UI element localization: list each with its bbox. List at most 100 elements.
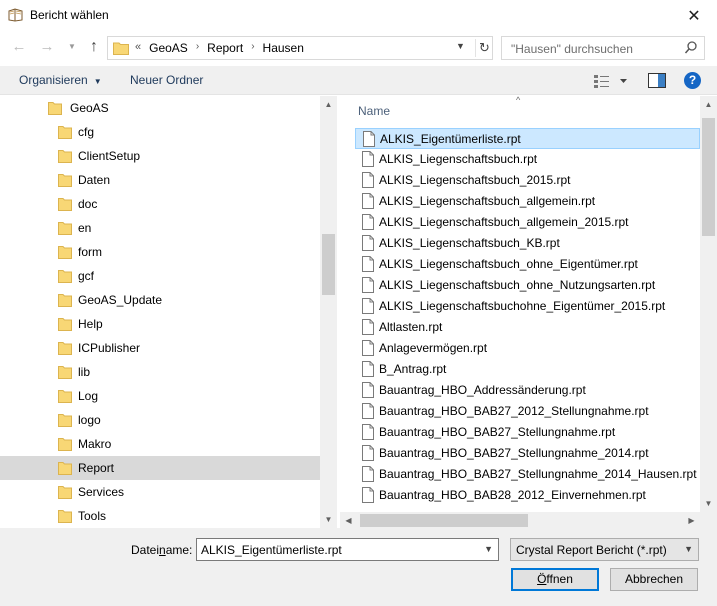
tree-item-root[interactable]: GeoAS	[0, 96, 320, 120]
folder-icon	[58, 125, 72, 142]
scroll-up-chevron-icon[interactable]: ▲	[320, 96, 337, 113]
file-row[interactable]: B_Antrag.rpt	[355, 359, 700, 380]
file-row[interactable]: Bauantrag_HBO_BAB27_Stellungnahme_2014.r…	[355, 443, 700, 464]
tree-item-label: lib	[78, 365, 91, 379]
nav-pane-scrollbar[interactable]: ▲ ▼	[320, 96, 337, 528]
file-row[interactable]: Bauantrag_HBO_BAB27_2012_Stellungnahme.r…	[355, 401, 700, 422]
help-icon[interactable]: ?	[684, 72, 701, 89]
file-name: ALKIS_Liegenschaftsbuch_KB.rpt	[379, 236, 560, 250]
file-row[interactable]: ALKIS_Liegenschaftsbuchohne_Eigentümer_2…	[355, 296, 700, 317]
breadcrumb-geoas[interactable]: GeoAS	[149, 41, 188, 55]
tree-item[interactable]: logo	[0, 408, 320, 432]
up-arrow-icon[interactable]: ↑	[85, 38, 103, 56]
folder-icon	[58, 461, 72, 478]
scroll-thumb[interactable]	[360, 514, 528, 527]
new-folder-button[interactable]: Neuer Ordner	[130, 73, 203, 87]
tree-item[interactable]: Log	[0, 384, 320, 408]
filetype-select[interactable]: Crystal Report Bericht (*.rpt) ▼	[510, 538, 699, 561]
tree-item[interactable]: form	[0, 240, 320, 264]
filename-dropdown-chevron-icon[interactable]: ▼	[484, 544, 493, 554]
folder-icon	[58, 221, 72, 238]
tree-item[interactable]: ClientSetup	[0, 144, 320, 168]
document-icon	[362, 256, 374, 275]
file-row[interactable]: ALKIS_Liegenschaftsbuch_2015.rpt	[355, 170, 700, 191]
scroll-up-chevron-icon[interactable]: ▲	[700, 96, 717, 113]
document-icon	[362, 382, 374, 401]
tree-item-label: form	[78, 245, 102, 259]
file-row[interactable]: ALKIS_Liegenschaftsbuch_ohne_Eigentümer.…	[355, 254, 700, 275]
folder-icon	[58, 149, 72, 166]
tree-item[interactable]: en	[0, 216, 320, 240]
file-row[interactable]: Bauantrag_HBO_BAB28_2012_Einvernehmen.rp…	[355, 485, 700, 506]
search-icon[interactable]	[684, 40, 698, 56]
scroll-down-chevron-icon[interactable]: ▼	[700, 495, 717, 512]
tree-item-label: ICPublisher	[78, 341, 141, 355]
command-bar: Organisieren ▼ Neuer Ordner ?	[0, 66, 717, 95]
file-row[interactable]: ALKIS_Liegenschaftsbuch_ohne_Nutzungsart…	[355, 275, 700, 296]
file-list-horizontal-scrollbar[interactable]: ◀ ▶	[340, 512, 700, 528]
file-row[interactable]: ALKIS_Eigentümerliste.rpt	[355, 128, 700, 149]
file-row[interactable]: Bauantrag_HBO_BAB27_Stellungnahme.rpt	[355, 422, 700, 443]
file-name: Bauantrag_HBO_BAB27_2012_Stellungnahme.r…	[379, 404, 649, 418]
tree-item[interactable]: Report	[0, 456, 320, 480]
scroll-thumb[interactable]	[322, 234, 335, 295]
address-dropdown-chevron-icon[interactable]: ▼	[456, 41, 465, 51]
breadcrumb-separator[interactable]: ›	[251, 41, 254, 55]
file-row[interactable]: ALKIS_Liegenschaftsbuch_allgemein_2015.r…	[355, 212, 700, 233]
file-row[interactable]: ALKIS_Liegenschaftsbuch_KB.rpt	[355, 233, 700, 254]
file-row[interactable]: ALKIS_Liegenschaftsbuch.rpt	[355, 149, 700, 170]
scroll-right-chevron-icon[interactable]: ▶	[683, 512, 700, 528]
document-icon	[362, 487, 374, 506]
scroll-left-chevron-icon[interactable]: ◀	[340, 512, 357, 528]
breadcrumb-report[interactable]: Report	[207, 41, 243, 55]
file-name: ALKIS_Liegenschaftsbuch_ohne_Eigentümer.…	[379, 257, 638, 271]
refresh-icon[interactable]: ↻	[475, 39, 493, 57]
file-row[interactable]: Bauantrag_HBO_BAB27_Stellungnahme_2014_H…	[355, 464, 700, 485]
tree-item-label: Tools	[78, 509, 107, 523]
file-row[interactable]: Anlagevermögen.rpt	[355, 338, 700, 359]
filename-field[interactable]: ALKIS_Eigentümerliste.rpt ▼	[196, 538, 499, 561]
scroll-down-chevron-icon[interactable]: ▼	[320, 511, 337, 528]
tree-item[interactable]: gcf	[0, 264, 320, 288]
file-row[interactable]: ALKIS_Liegenschaftsbuch_allgemein.rpt	[355, 191, 700, 212]
document-icon	[362, 361, 374, 380]
tree-item-label: GeoAS	[70, 101, 109, 115]
tree-item[interactable]: doc	[0, 192, 320, 216]
file-list-vertical-scrollbar[interactable]: ▲ ▼	[700, 96, 717, 512]
forward-arrow-icon[interactable]: →	[38, 38, 56, 56]
tree-item-label: Help	[78, 317, 103, 331]
column-header-name[interactable]: Name ^	[340, 96, 700, 126]
breadcrumb-separator[interactable]: ›	[196, 41, 199, 55]
file-row[interactable]: Altlasten.rpt	[355, 317, 700, 338]
scroll-thumb[interactable]	[702, 118, 715, 236]
cancel-button[interactable]: Abbrechen	[610, 568, 698, 591]
tree-item[interactable]: Help	[0, 312, 320, 336]
close-button[interactable]: ✕	[671, 0, 717, 31]
file-name: Anlagevermögen.rpt	[379, 341, 488, 355]
tree-item[interactable]: Tools	[0, 504, 320, 528]
tree-item[interactable]: ICPublisher	[0, 336, 320, 360]
tree-item-label: doc	[78, 197, 98, 211]
folder-icon	[58, 293, 72, 310]
preview-pane-icon[interactable]	[648, 73, 666, 88]
folder-icon	[58, 317, 72, 334]
tree-item[interactable]: cfg	[0, 120, 320, 144]
tree-item[interactable]: lib	[0, 360, 320, 384]
file-name: Bauantrag_HBO_Addressänderung.rpt	[379, 383, 586, 397]
breadcrumb-hausen[interactable]: Hausen	[263, 41, 304, 55]
tree-item[interactable]: Daten	[0, 168, 320, 192]
open-button[interactable]: Öffnen	[511, 568, 599, 591]
document-icon	[362, 445, 374, 464]
search-input[interactable]: "Hausen" durchsuchen	[501, 36, 705, 60]
back-arrow-icon[interactable]: ←	[10, 38, 28, 56]
breadcrumb-overflow[interactable]: «	[135, 41, 141, 55]
organize-button[interactable]: Organisieren ▼	[19, 73, 102, 87]
change-view-icon[interactable]	[593, 73, 633, 89]
address-bar[interactable]: « GeoAS › Report › Hausen ▼ ↻	[107, 36, 493, 60]
recent-locations-chevron-icon[interactable]: ▼	[63, 38, 81, 56]
tree-item[interactable]: Makro	[0, 432, 320, 456]
file-row[interactable]: Bauantrag_HBO_Addressänderung.rpt	[355, 380, 700, 401]
folder-icon	[58, 197, 72, 214]
tree-item[interactable]: Services	[0, 480, 320, 504]
tree-item[interactable]: GeoAS_Update	[0, 288, 320, 312]
